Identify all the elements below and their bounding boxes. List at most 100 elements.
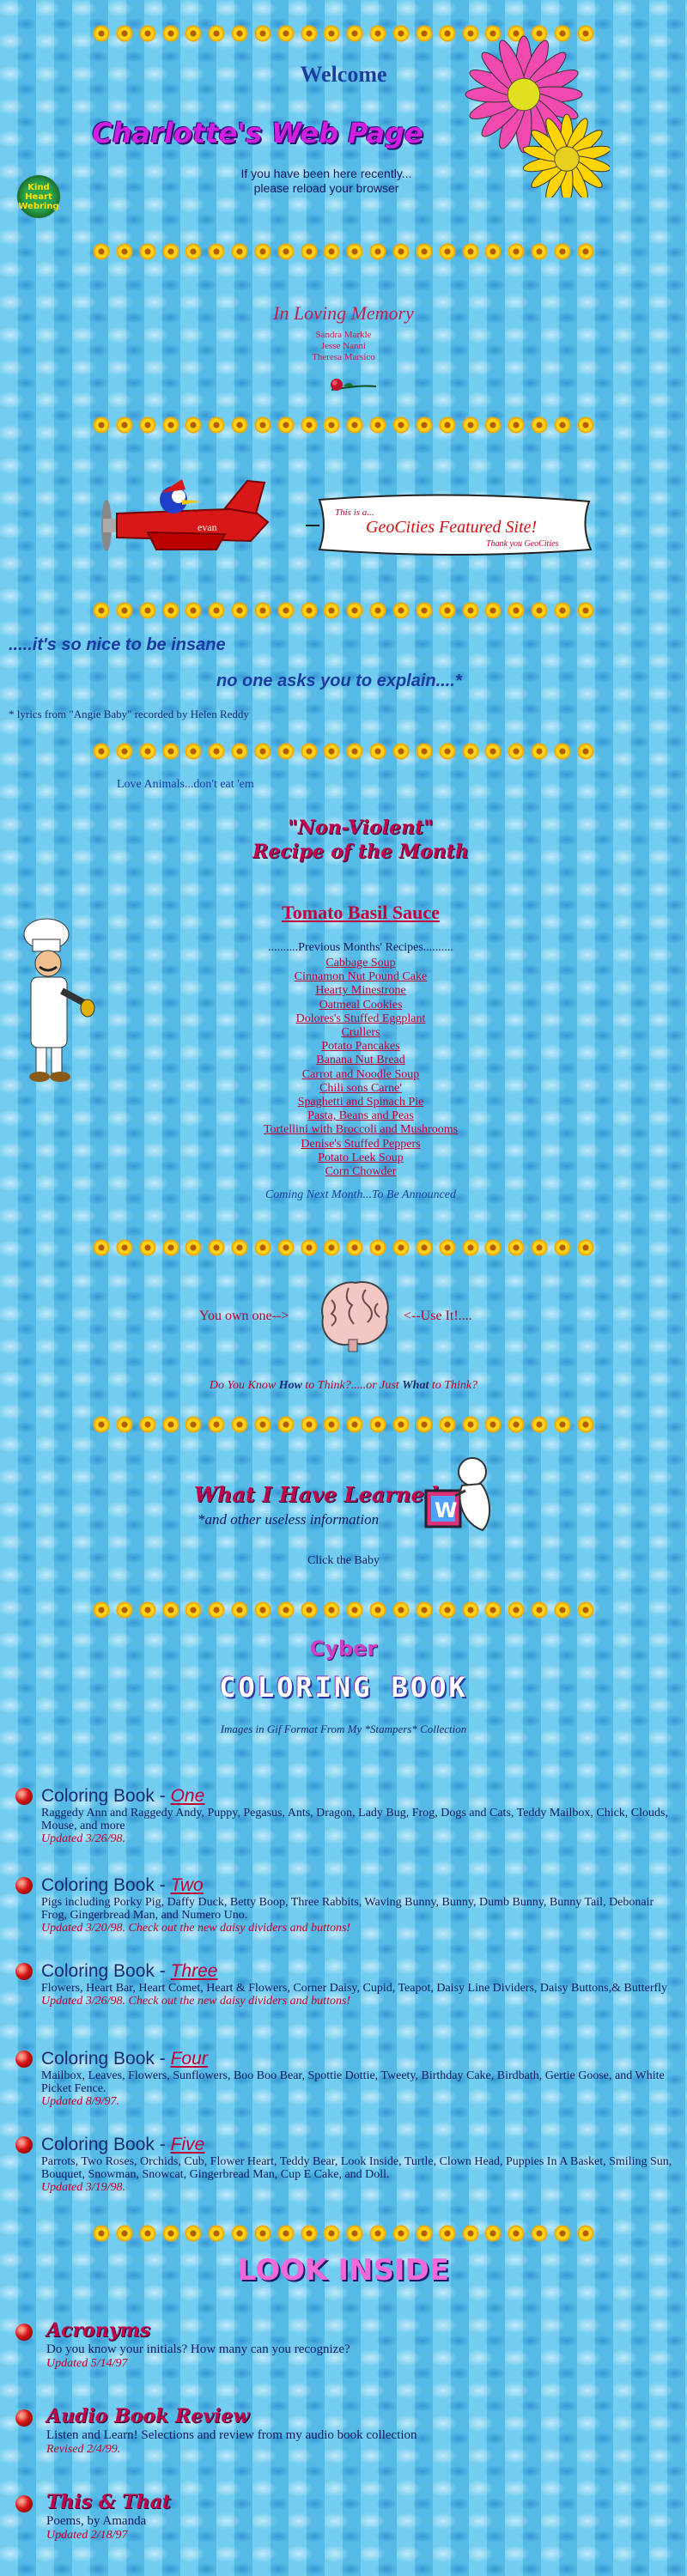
recipe-link[interactable]: Crullers bbox=[17, 1026, 687, 1040]
flower-divider-icon bbox=[484, 602, 502, 619]
memory-name: Jesse Nanni bbox=[320, 341, 367, 351]
flower-divider-icon bbox=[415, 416, 433, 434]
flower-divider-icon bbox=[508, 243, 526, 260]
coloring-book-description: Flowers, Heart Bar, Heart Comet, Heart &… bbox=[41, 1982, 668, 1995]
flower-divider-icon bbox=[392, 1239, 410, 1256]
recipe-link[interactable]: Potato Pancakes bbox=[17, 1040, 687, 1054]
flower-divider-icon bbox=[576, 2225, 594, 2242]
red-ball-bullet-icon bbox=[15, 2324, 33, 2341]
current-recipe-link[interactable]: Tomato Basil Sauce bbox=[17, 902, 687, 924]
think-question: Do You Know How to Think?.....or Just Wh… bbox=[0, 1379, 687, 1393]
flower-divider-icon bbox=[438, 25, 456, 42]
recipe-link[interactable]: Chili sons Carne' bbox=[17, 1082, 687, 1096]
flower-divider-icon bbox=[277, 25, 295, 42]
flower-divider-icon bbox=[392, 743, 410, 760]
click-baby-link[interactable]: Click the Baby bbox=[0, 1554, 687, 1568]
coloring-book-prefix: Coloring Book - bbox=[41, 1875, 171, 1895]
coloring-book-link[interactable]: Three bbox=[171, 1961, 218, 1981]
flower-divider-icon bbox=[115, 602, 133, 619]
lyric-line-1: .....it's so nice to be insane bbox=[9, 635, 226, 654]
flower-divider-icon bbox=[346, 602, 364, 619]
flower-divider-icon bbox=[576, 416, 594, 434]
flower-divider-icon bbox=[323, 1239, 341, 1256]
flower-divider-icon bbox=[346, 2225, 364, 2242]
flower-divider-icon bbox=[346, 743, 364, 760]
recipe-link[interactable]: Spaghetti and Spinach Pie bbox=[17, 1096, 687, 1109]
flower-divider-icon bbox=[185, 243, 203, 260]
coloring-book-entry: Coloring Book - Two Pigs including Porky… bbox=[15, 1875, 677, 1935]
flower-divider-icon bbox=[438, 1239, 456, 1256]
recipe-link[interactable]: Banana Nut Bread bbox=[17, 1054, 687, 1067]
cyber-heading: Cyber bbox=[309, 1637, 378, 1661]
coloring-book-updated: Updated 3/26/98. bbox=[41, 1832, 125, 1845]
coloring-book-link[interactable]: One bbox=[171, 1786, 205, 1806]
look-inside-link[interactable]: Audio Book Review bbox=[46, 2405, 249, 2427]
flower-divider-icon bbox=[93, 416, 110, 434]
flower-divider bbox=[93, 601, 594, 620]
flower-divider-icon bbox=[553, 1239, 571, 1256]
recipe-link[interactable]: Tortellini with Broccoli and Mushrooms bbox=[17, 1123, 687, 1137]
recipe-link[interactable]: Potato Leek Soup bbox=[17, 1151, 687, 1165]
flower-divider-icon bbox=[392, 1416, 410, 1433]
flower-divider-icon bbox=[438, 743, 456, 760]
flower-divider-icon bbox=[508, 1239, 526, 1256]
flower-divider-icon bbox=[484, 1601, 502, 1619]
flower-divider-icon bbox=[484, 743, 502, 760]
flower-divider-icon bbox=[277, 602, 295, 619]
recipe-link[interactable]: Hearty Minestrone bbox=[17, 984, 687, 998]
recipe-link[interactable]: Cabbage Soup bbox=[17, 957, 687, 970]
flower-divider-icon bbox=[208, 1601, 226, 1619]
flower-divider-icon bbox=[208, 243, 226, 260]
coloring-book-prefix: Coloring Book - bbox=[41, 1786, 171, 1806]
flower-divider-icon bbox=[185, 743, 203, 760]
flower-divider-icon bbox=[185, 1601, 203, 1619]
flower-divider-icon bbox=[346, 1239, 364, 1256]
memory-name: Theresa Marsico bbox=[312, 352, 375, 362]
coloring-book-link[interactable]: Two bbox=[171, 1875, 204, 1895]
flower-divider-icon bbox=[346, 416, 364, 434]
recipe-link[interactable]: Corn Chowder bbox=[17, 1165, 687, 1179]
flower-divider-icon bbox=[138, 243, 156, 260]
flower-divider-icon bbox=[346, 1601, 364, 1619]
flower-divider-icon bbox=[208, 25, 226, 42]
flower-divider-icon bbox=[161, 743, 179, 760]
flower-divider-icon bbox=[369, 1601, 387, 1619]
flower-divider-icon bbox=[208, 416, 226, 434]
flower-divider-icon bbox=[300, 1239, 318, 1256]
recipe-link[interactable]: Cinnamon Nut Pound Cake bbox=[17, 970, 687, 984]
recipe-heading-line-2: Recipe of the Month bbox=[252, 841, 469, 863]
coloring-book-entry: Coloring Book - Five Parrots, Two Roses,… bbox=[15, 2135, 677, 2195]
recipe-link[interactable]: Denise's Stuffed Peppers bbox=[17, 1138, 687, 1151]
red-ball-bullet-icon bbox=[15, 2050, 33, 2068]
flower-divider-icon bbox=[277, 416, 295, 434]
geocities-banner[interactable]: This is a... GeoCities Featured Site! Th… bbox=[306, 493, 594, 556]
flower-divider-icon bbox=[93, 25, 110, 42]
recipe-link[interactable]: Oatmeal Cookies bbox=[17, 999, 687, 1012]
flower-divider-icon bbox=[484, 1416, 502, 1433]
red-ball-bullet-icon bbox=[15, 1877, 33, 1894]
daisy-flowers-image bbox=[465, 35, 610, 197]
flower-divider-icon bbox=[392, 243, 410, 260]
flower-divider-icon bbox=[415, 25, 433, 42]
flower-divider-icon bbox=[346, 25, 364, 42]
coloring-book-link[interactable]: Four bbox=[171, 2049, 208, 2069]
recipe-heading-line-1: "Non-Violent" bbox=[288, 817, 434, 839]
block-letter: W bbox=[435, 1498, 457, 1522]
recipe-link[interactable]: Pasta, Beans and Peas bbox=[17, 1109, 687, 1123]
coloring-book-title: Coloring Book - Three bbox=[41, 1961, 677, 1982]
flower-divider bbox=[93, 242, 594, 261]
flower-divider-icon bbox=[161, 1416, 179, 1433]
look-inside-link[interactable]: Acronyms bbox=[46, 2319, 150, 2342]
flower-divider-icon bbox=[253, 25, 271, 42]
recipe-link[interactable]: Carrot and Noodle Soup bbox=[17, 1068, 687, 1082]
coloring-book-link[interactable]: Five bbox=[171, 2135, 205, 2154]
recipe-link[interactable]: Dolores's Stuffed Eggplant bbox=[17, 1012, 687, 1026]
brain-image[interactable] bbox=[314, 1274, 393, 1353]
look-inside-item: Audio Book Review Listen and Learn! Sele… bbox=[15, 2404, 677, 2457]
baby-block-image[interactable]: W bbox=[421, 1451, 498, 1537]
coloring-book-entry: Coloring Book - Three Flowers, Heart Bar… bbox=[15, 1961, 677, 2008]
look-inside-link[interactable]: This & That bbox=[46, 2491, 171, 2513]
webring-logo[interactable]: Kind Heart Webring bbox=[14, 172, 64, 222]
flower-divider-icon bbox=[277, 1601, 295, 1619]
flower-divider-icon bbox=[115, 25, 133, 42]
